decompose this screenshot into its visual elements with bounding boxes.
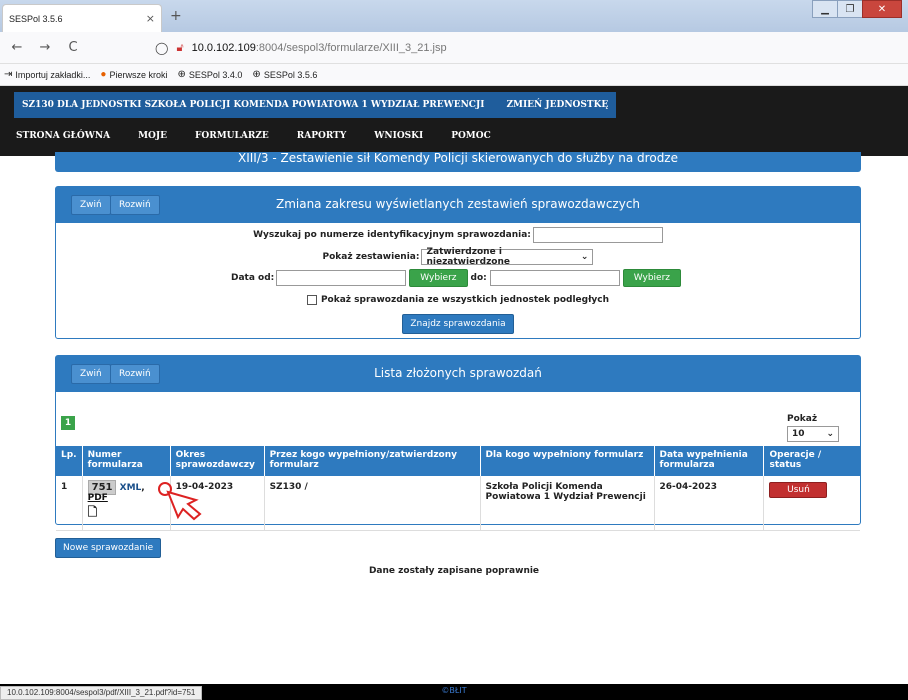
col-header-lp: Lp. — [56, 446, 83, 476]
tab-title: SESPol 3.5.6 — [9, 13, 63, 24]
bookmarks-bar: ⇥ Importuj zakładki... ● Pierwsze kroki ⊕ S… — [0, 64, 908, 86]
show-label: Pokaż zestawienia: — [322, 252, 420, 262]
maximize-icon[interactable]: ❐ — [837, 0, 863, 18]
unit-name: SZ130 DLA JEDNOSTKI SZKOŁA POLICJI KOMEN… — [22, 100, 485, 110]
menu-item-forms[interactable]: FORMULARZE — [195, 131, 269, 141]
bookmark-label: SESPol 3.4.0 — [188, 69, 243, 80]
shield-icon: ◯ — [155, 41, 169, 55]
col-header-filled-for: Dla kogo wypełniony formularz — [480, 446, 655, 476]
menu-item-home[interactable]: STRONA GŁÓWNA — [16, 131, 110, 141]
search-panel-header: Zwiń Rozwiń Zmiana zakresu wyświetlanych… — [56, 187, 860, 223]
id-search-input[interactable] — [532, 227, 663, 243]
date-to-input[interactable] — [489, 270, 620, 286]
table-header-row: Lp. Numer formularza Okres sprawozdawczy… — [56, 446, 860, 476]
window-controls: ▁ ❐ ✕ — [812, 0, 902, 18]
pdf-link[interactable]: PDF — [88, 493, 108, 503]
list-panel-header: Zwiń Rozwiń Lista złożonych sprawozdań — [56, 356, 860, 392]
minimize-icon[interactable]: ▁ — [812, 0, 838, 18]
reload-icon[interactable]: C — [62, 40, 84, 55]
cell-operations: Usuń — [763, 476, 860, 531]
menu-item-reports[interactable]: RAPORTY — [297, 131, 347, 141]
id-search-label: Wyszukaj po numerze identyfikacyjnym spr… — [253, 230, 531, 240]
globe-icon: ⊕ — [177, 69, 186, 80]
date-from-choose-button[interactable]: Wybierz — [409, 269, 468, 287]
delete-button[interactable]: Usuń — [769, 482, 828, 498]
cell-fill-date: 26-04-2023 — [654, 476, 765, 531]
show-select[interactable]: Zatwierdzone i niezatwierdzone ⌄ — [421, 247, 594, 267]
new-tab-icon[interactable]: + — [170, 8, 182, 24]
import-icon: ⇥ — [4, 69, 13, 80]
search-panel: Zwiń Rozwiń Zmiana zakresu wyświetlanych… — [55, 186, 861, 339]
bookmark-label: Pierwsze kroki — [109, 69, 168, 80]
bookmark-sespol-356[interactable]: ⊕ SESPol 3.5.6 — [252, 69, 317, 80]
unit-bar: SZ130 DLA JEDNOSTKI SZKOŁA POLICJI KOMEN… — [14, 92, 617, 118]
save-success-message: Dane zostały zapisane poprawnie — [368, 566, 540, 576]
document-icon[interactable]: 🗋 — [88, 505, 98, 519]
navigation-bar: ← → C ◯ 🔓︎ 10.0.102.109 :8004/sespol3/fo… — [0, 32, 908, 86]
back-icon[interactable]: ← — [6, 40, 28, 55]
url-path: :8004/sespol3/formularze/XIII_3_21.jsp — [255, 42, 447, 54]
find-row: Znajdz sprawozdania — [56, 314, 860, 334]
insecure-lock-icon[interactable]: 🔓︎ — [176, 42, 183, 55]
show-row: Pokaż zestawienia: Zatwierdzone i niezat… — [56, 247, 860, 267]
address-bar[interactable]: ◯ 🔓︎ 10.0.102.109 :8004/sespol3/formular… — [155, 36, 795, 60]
chevron-down-icon: ⌄ — [826, 429, 834, 439]
subunits-label: Pokaż sprawozdania ze wszystkich jednost… — [320, 295, 610, 305]
page-size-label: Pokaż — [787, 414, 818, 424]
col-header-number: Numer formularza — [82, 446, 171, 476]
new-report-button[interactable]: Nowe sprawozdanie — [55, 538, 162, 558]
search-panel-title: Zmiana zakresu wyświetlanych zestawień s… — [275, 197, 641, 211]
find-reports-button[interactable]: Znajdz sprawozdania — [402, 314, 514, 334]
browser-tab[interactable]: SESPol 3.5.6 × — [2, 4, 162, 32]
status-url-tooltip: 10.0.102.109:8004/sespol3/pdf/XIII_3_21.… — [0, 686, 203, 700]
form-title: XIII/3 - Zestawienie sił Komendy Policji… — [55, 152, 861, 172]
list-panel-title: Lista złożonych sprawozdań — [374, 366, 542, 380]
bookmark-label: SESPol 3.5.6 — [263, 69, 318, 80]
chevron-down-icon: ⌄ — [580, 252, 589, 262]
subunits-checkbox[interactable] — [306, 295, 317, 305]
menu-item-mine[interactable]: MOJE — [138, 131, 167, 141]
date-from-input[interactable] — [276, 270, 407, 286]
close-window-icon[interactable]: ✕ — [862, 0, 902, 18]
close-tab-icon[interactable]: × — [146, 12, 155, 25]
page-size-select[interactable]: 10 ⌄ — [787, 426, 839, 442]
xml-link[interactable]: XML — [120, 483, 142, 493]
main-menu: STRONA GŁÓWNA MOJE FORMULARZE RAPORTY WN… — [0, 122, 503, 150]
date-from-label: Data od: — [230, 273, 275, 283]
forward-icon[interactable]: → — [34, 40, 56, 55]
date-to-label: do: — [470, 273, 487, 283]
col-header-filled-by: Przez kogo wypełniony/zatwierdzony formu… — [264, 446, 481, 476]
date-row: Data od: Wybierz do: Wybierz — [54, 269, 858, 287]
tab-bar: SESPol 3.5.6 × + ▁ ❐ ✕ — [0, 0, 908, 32]
bookmark-first-steps[interactable]: ● Pierwsze kroki — [100, 69, 167, 80]
globe-icon: ⊕ — [252, 69, 261, 80]
mouse-cursor-icon — [158, 482, 202, 521]
show-select-value: Zatwierdzone i niezatwierdzone — [426, 247, 510, 267]
page-1-button[interactable]: 1 — [61, 416, 75, 430]
col-header-period: Okres sprawozdawczy — [170, 446, 265, 476]
change-unit-link[interactable]: ZMIEŃ JEDNOSTKĘ — [506, 100, 608, 110]
bookmark-import[interactable]: ⇥ Importuj zakładki... — [4, 69, 90, 80]
cell-filled-for: Szkoła Policji Komenda Powiatowa 1 Wydzi… — [480, 476, 655, 531]
menu-item-requests[interactable]: WNIOSKI — [374, 131, 423, 141]
bookmark-sespol-340[interactable]: ⊕ SESPol 3.4.0 — [177, 69, 242, 80]
date-to-choose-button[interactable]: Wybierz — [622, 269, 681, 287]
cell-filled-by: SZ130 / — [264, 476, 481, 531]
id-search-row: Wyszukaj po numerze identyfikacyjnym spr… — [56, 227, 860, 243]
separator: , — [141, 483, 145, 493]
firefox-icon: ● — [100, 69, 107, 80]
cell-lp: 1 — [56, 476, 83, 531]
col-header-operations: Operacje / status — [763, 446, 860, 476]
subunits-row: Pokaż sprawozdania ze wszystkich jednost… — [56, 295, 860, 305]
col-header-fill-date: Data wypełnienia formularza — [654, 446, 765, 476]
menu-item-help[interactable]: POMOC — [451, 131, 491, 141]
url-host: 10.0.102.109 — [191, 42, 256, 54]
bookmark-label: Importuj zakładki... — [15, 69, 91, 80]
page-size-value: 10 — [792, 429, 805, 439]
